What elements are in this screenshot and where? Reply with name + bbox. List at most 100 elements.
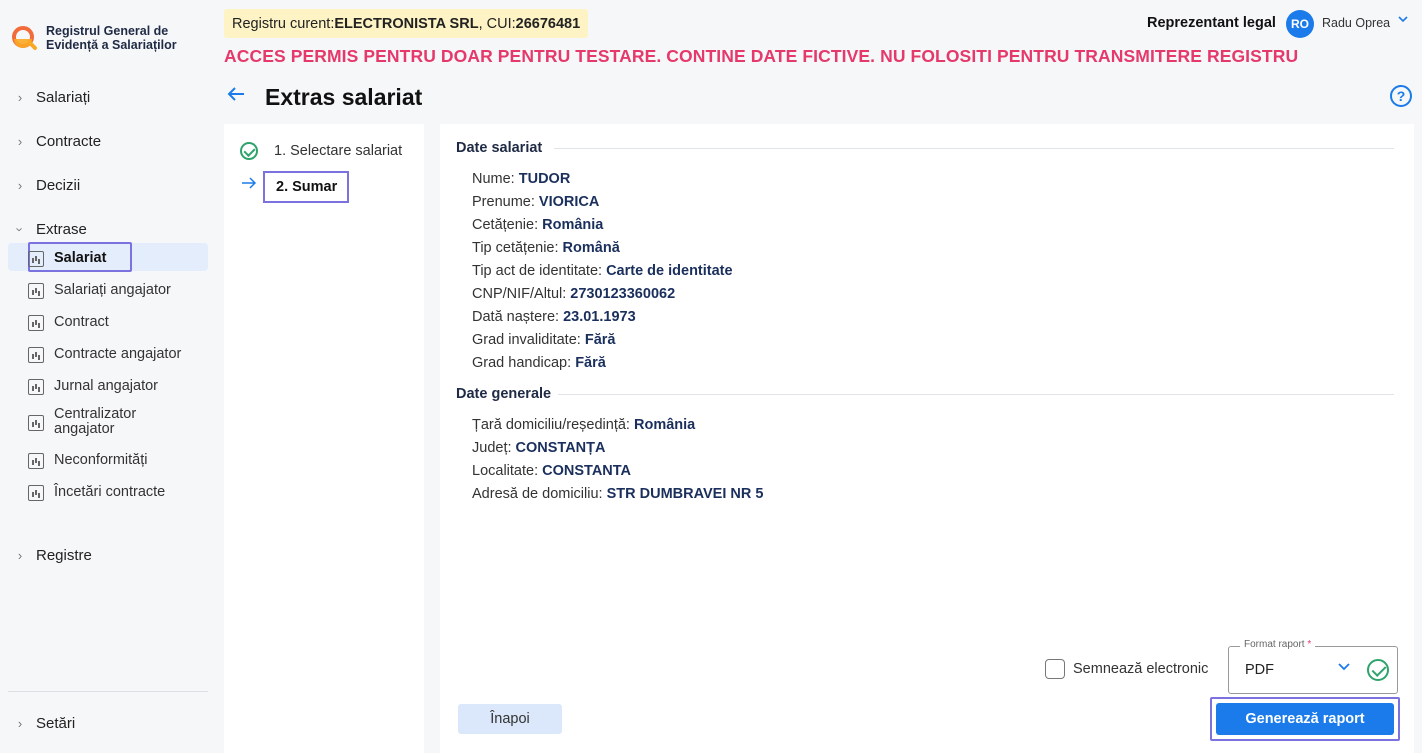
chevron-right-icon: › bbox=[17, 178, 23, 193]
sign-electronic-label: Semnează electronic bbox=[1073, 661, 1209, 677]
logo-icon bbox=[12, 25, 38, 51]
field-value: România bbox=[634, 417, 696, 433]
field-value: Fără bbox=[575, 355, 606, 371]
required-marker: * bbox=[1307, 639, 1312, 650]
app-name-line2: Evidență a Salariaților bbox=[46, 38, 177, 52]
field-label: Tip cetățenie: bbox=[472, 240, 563, 256]
section-divider bbox=[558, 394, 1394, 395]
report-icon bbox=[28, 415, 44, 431]
sidebar-group-label: Decizii bbox=[36, 177, 81, 194]
step-select-employee[interactable]: 1. Selectare salariat bbox=[240, 142, 402, 160]
report-icon bbox=[28, 315, 44, 331]
sidebar-item-centralizator-angajator[interactable]: Centralizator angajator bbox=[28, 407, 158, 437]
report-icon bbox=[28, 283, 44, 299]
report-icon bbox=[28, 347, 44, 363]
field-label: Adresă de domiciliu: bbox=[472, 486, 607, 502]
step-summary[interactable]: 2. Sumar bbox=[263, 171, 349, 203]
field-prenume: Prenume: VIORICA bbox=[472, 194, 599, 210]
field-value: România bbox=[542, 217, 604, 233]
sidebar-group-label: Contracte bbox=[36, 133, 102, 150]
section-divider bbox=[554, 148, 1394, 149]
field-grad-handicap: Grad handicap: Fără bbox=[472, 355, 606, 371]
sidebar-item-incetari-contracte[interactable]: Încetări contracte bbox=[28, 484, 165, 501]
field-label: CNP/NIF/Altul: bbox=[472, 286, 571, 302]
sidebar-group-registre[interactable]: › Registre bbox=[12, 547, 92, 564]
summary-panel: Date salariat Nume: TUDOR Prenume: VIORI… bbox=[440, 124, 1414, 753]
company-cui: 26676481 bbox=[515, 15, 581, 32]
field-label: Grad handicap: bbox=[472, 355, 576, 371]
field-value: 2730123360062 bbox=[570, 286, 676, 302]
field-tara: Țară domiciliu/reședință: România bbox=[472, 417, 695, 433]
check-circle-icon bbox=[1367, 659, 1389, 681]
sidebar-group-label: Extrase bbox=[36, 221, 87, 238]
field-adresa: Adresă de domiciliu: STR DUMBRAVEI NR 5 bbox=[472, 486, 763, 502]
field-value: TUDOR bbox=[518, 171, 571, 187]
sidebar-item-jurnal-angajator[interactable]: Jurnal angajator bbox=[28, 378, 158, 395]
sidebar-group-extrase[interactable]: › Extrase bbox=[12, 221, 87, 238]
sidebar-group-salariati[interactable]: › Salariați bbox=[12, 89, 90, 106]
sidebar-group-contracte[interactable]: › Contracte bbox=[12, 133, 101, 150]
report-icon bbox=[28, 485, 44, 501]
field-value: CONSTANȚA bbox=[515, 440, 606, 456]
format-raport-value: PDF bbox=[1245, 662, 1274, 678]
page-title: Extras salariat bbox=[265, 84, 423, 110]
field-judet: Județ: CONSTANȚA bbox=[472, 440, 605, 456]
report-icon bbox=[28, 453, 44, 469]
field-label: Cetățenie: bbox=[472, 217, 543, 233]
sidebar-group-label: Setări bbox=[36, 715, 76, 732]
sign-electronic-checkbox[interactable] bbox=[1045, 659, 1065, 679]
back-button[interactable]: Înapoi bbox=[458, 704, 562, 734]
app-name: Registrul General de Evidență a Salariaț… bbox=[46, 24, 177, 52]
avatar[interactable]: RO bbox=[1286, 10, 1314, 38]
check-circle-icon bbox=[240, 142, 258, 160]
sidebar-group-label: Salariați bbox=[36, 89, 91, 106]
section-title-date-salariat: Date salariat bbox=[456, 140, 543, 156]
field-value: STR DUMBRAVEI NR 5 bbox=[606, 486, 764, 502]
report-icon bbox=[28, 379, 44, 395]
field-label: Nume: bbox=[472, 171, 519, 187]
field-label: Țară domiciliu/reședință: bbox=[472, 417, 634, 433]
field-cnp: CNP/NIF/Altul: 2730123360062 bbox=[472, 286, 675, 302]
help-icon[interactable]: ? bbox=[1390, 85, 1412, 107]
format-raport-select[interactable]: Format raport * PDF bbox=[1228, 639, 1398, 694]
generate-report-button[interactable]: Generează raport bbox=[1216, 703, 1394, 735]
sidebar-item-label: Jurnal angajator bbox=[54, 378, 158, 394]
field-tip-cetatenie: Tip cetățenie: Română bbox=[472, 240, 620, 256]
field-value: CONSTANTA bbox=[542, 463, 632, 479]
user-menu-chevron-down-icon[interactable] bbox=[1397, 13, 1409, 28]
sidebar-group-decizii[interactable]: › Decizii bbox=[12, 177, 80, 194]
sidebar-item-salariat[interactable]: Salariat bbox=[28, 250, 106, 267]
sidebar-item-neconformitati[interactable]: Neconformități bbox=[28, 452, 147, 469]
field-value: Română bbox=[562, 240, 620, 256]
chevron-down-icon[interactable] bbox=[1337, 659, 1351, 677]
section-title-date-generale: Date generale bbox=[456, 386, 552, 402]
field-label: Prenume: bbox=[472, 194, 539, 210]
sidebar-item-label: Încetări contracte bbox=[54, 484, 166, 500]
test-warning-banner: ACCES PERMIS PENTRU DOAR PENTRU TESTARE.… bbox=[224, 46, 1299, 66]
format-raport-label: Format raport * bbox=[1240, 639, 1316, 650]
user-name[interactable]: Radu Oprea bbox=[1322, 16, 1390, 30]
chevron-right-icon: › bbox=[17, 134, 23, 149]
field-value: 23.01.1973 bbox=[563, 309, 636, 325]
sidebar: Registrul General de Evidență a Salariaț… bbox=[0, 0, 216, 753]
sidebar-item-label: Contract bbox=[54, 314, 109, 330]
sign-electronic-option[interactable]: Semnează electronic bbox=[1045, 659, 1208, 679]
sidebar-item-contract[interactable]: Contract bbox=[28, 314, 109, 331]
back-arrow-icon[interactable] bbox=[226, 84, 246, 110]
field-label: Tip act de identitate: bbox=[472, 263, 607, 279]
cui-prefix: , CUI: bbox=[478, 15, 516, 32]
sidebar-group-setari[interactable]: › Setări bbox=[12, 715, 75, 732]
app-name-line1: Registrul General de bbox=[46, 24, 169, 38]
sidebar-item-label: Contracte angajator bbox=[54, 346, 182, 362]
step-label: 1. Selectare salariat bbox=[274, 143, 403, 159]
company-name: ELECTRONISTA SRL bbox=[334, 15, 479, 32]
chevron-right-icon: › bbox=[17, 716, 23, 731]
user-role: Reprezentant legal bbox=[1147, 15, 1276, 31]
sidebar-item-contracte-angajator[interactable]: Contracte angajator bbox=[28, 346, 181, 363]
field-grad-invaliditate: Grad invaliditate: Fără bbox=[472, 332, 615, 348]
field-data-nastere: Dată naștere: 23.01.1973 bbox=[472, 309, 636, 325]
sidebar-item-salariati-angajator[interactable]: Salariați angajator bbox=[28, 282, 171, 299]
sidebar-item-label: Neconformități bbox=[54, 452, 148, 468]
registry-prefix: Registru curent: bbox=[232, 15, 335, 32]
app-logo[interactable]: Registrul General de Evidență a Salariaț… bbox=[12, 24, 177, 52]
